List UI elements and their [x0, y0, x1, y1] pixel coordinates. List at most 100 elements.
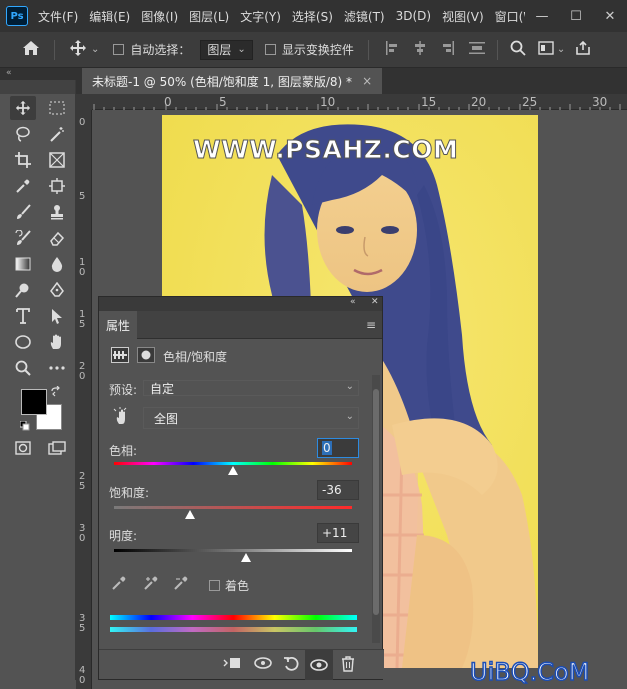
- clip-to-layer-icon[interactable]: [223, 656, 241, 674]
- vertical-ruler: 0 5 1 0 1 5 2 0 2 5 3 0 3 5 4 0: [76, 110, 92, 689]
- share-icon[interactable]: [575, 40, 591, 60]
- move-tool-icon[interactable]: [69, 39, 87, 61]
- pen-tool-button[interactable]: [44, 278, 70, 302]
- hue-slider-track[interactable]: [114, 462, 352, 465]
- show-transform-label: 显示变换控件: [281, 43, 354, 57]
- quick-mask-button[interactable]: [10, 436, 36, 460]
- foreground-color-swatch[interactable]: [21, 389, 47, 415]
- mask-icon[interactable]: [137, 347, 155, 363]
- ruler-h-tick: 0: [164, 95, 172, 109]
- menu-view[interactable]: 视图(V): [442, 8, 484, 25]
- saturation-slider-thumb[interactable]: [185, 510, 196, 519]
- lightness-value: +11: [322, 526, 348, 540]
- range-dropdown[interactable]: 全图 ⌄: [143, 407, 359, 429]
- menu-select[interactable]: 选择(S): [292, 8, 333, 25]
- toolbar-collapse-strip[interactable]: «: [0, 68, 76, 80]
- chevron-down-icon[interactable]: ⌄: [91, 44, 99, 55]
- menu-type[interactable]: 文字(Y): [240, 8, 281, 25]
- gradient-tool-button[interactable]: [10, 252, 36, 276]
- preset-dropdown[interactable]: 自定 ⌄: [143, 380, 359, 396]
- type-tool-button[interactable]: [10, 304, 36, 328]
- ruler-h-tick: 25: [522, 95, 538, 109]
- menu-image[interactable]: 图像(I): [141, 8, 178, 25]
- visibility-toggle-icon[interactable]: [305, 650, 333, 680]
- lightness-value-field[interactable]: +11: [317, 523, 359, 543]
- panel-menu-icon[interactable]: ≡: [366, 318, 376, 332]
- saturation-slider-track[interactable]: [114, 506, 352, 509]
- eyedropper-tool-button[interactable]: [10, 174, 36, 198]
- default-colors-icon[interactable]: [19, 420, 30, 431]
- marquee-tool-button[interactable]: [44, 96, 70, 120]
- tool-panel: [0, 80, 76, 680]
- menu-3d[interactable]: 3D(D): [396, 9, 431, 23]
- distribute-icon[interactable]: [468, 41, 485, 59]
- colorize-checkbox[interactable]: [209, 580, 220, 591]
- menu-edit[interactable]: 编辑(E): [89, 8, 130, 25]
- lightness-slider-thumb[interactable]: [241, 553, 252, 562]
- spot-healing-tool-button[interactable]: [44, 174, 70, 198]
- properties-scrollbar[interactable]: [372, 375, 380, 643]
- maximize-button[interactable]: ☐: [559, 9, 593, 24]
- document-tab[interactable]: 未标题-1 @ 50% (色相/饱和度 1, 图层蒙版/8) * ×: [82, 68, 383, 94]
- home-icon[interactable]: [22, 40, 40, 60]
- close-panel-icon[interactable]: ✕: [371, 297, 379, 307]
- lasso-tool-button[interactable]: [10, 122, 36, 146]
- properties-scrollbar-thumb[interactable]: [373, 389, 379, 615]
- collapse-panel-icon[interactable]: «: [350, 297, 356, 307]
- saturation-value-field[interactable]: -36: [317, 480, 359, 500]
- tab-properties[interactable]: 属性: [99, 311, 137, 339]
- hue-slider-thumb[interactable]: [228, 466, 238, 475]
- menu-filter[interactable]: 滤镜(T): [344, 8, 385, 25]
- chevron-down-icon: ⌄: [345, 411, 354, 422]
- align-left-icon[interactable]: [385, 40, 399, 59]
- tool-panel-grip[interactable]: [0, 80, 75, 94]
- menu-layer[interactable]: 图层(L): [189, 8, 229, 25]
- adjustment-title: 色相/饱和度: [163, 350, 228, 364]
- reset-icon[interactable]: [283, 656, 299, 676]
- frame-tool-button[interactable]: [44, 148, 70, 172]
- close-tab-icon[interactable]: ×: [362, 74, 372, 88]
- search-icon[interactable]: [510, 40, 526, 60]
- move-tool-button[interactable]: [10, 96, 36, 120]
- dodge-tool-button[interactable]: [10, 278, 36, 302]
- hue-value-field[interactable]: 0: [317, 438, 359, 458]
- close-window-button[interactable]: ✕: [593, 9, 627, 24]
- delete-icon[interactable]: [341, 656, 355, 676]
- screen-mode-button[interactable]: [44, 436, 70, 460]
- align-center-icon[interactable]: [413, 40, 427, 59]
- crop-tool-button[interactable]: [10, 148, 36, 172]
- path-selection-tool-button[interactable]: [44, 304, 70, 328]
- adjustment-icon[interactable]: [111, 347, 129, 363]
- chevron-down-icon[interactable]: ⌄: [557, 44, 565, 55]
- history-brush-tool-button[interactable]: [10, 226, 36, 250]
- auto-select-dropdown[interactable]: 图层 ⌄: [200, 39, 253, 60]
- clone-stamp-tool-button[interactable]: [44, 200, 70, 224]
- auto-select-label: 自动选择：: [130, 43, 191, 57]
- ruler-v-tick: 2 0: [79, 361, 86, 382]
- ellipse-tool-button[interactable]: [10, 330, 36, 354]
- brush-tool-button[interactable]: [10, 200, 36, 224]
- swap-colors-icon[interactable]: [50, 385, 62, 398]
- eyedropper-subtract-icon[interactable]: [173, 575, 191, 595]
- eyedropper-icon[interactable]: [111, 575, 127, 595]
- show-transform-checkbox[interactable]: [264, 44, 276, 55]
- document-tab-bar: 未标题-1 @ 50% (色相/饱和度 1, 图层蒙版/8) * ×: [76, 68, 627, 94]
- ruler-v-tick: 1 5: [79, 309, 86, 330]
- magic-wand-tool-button[interactable]: [44, 122, 70, 146]
- more-tools-button[interactable]: [44, 356, 70, 380]
- watermark-top: WWW.PSAHZ.COM: [192, 135, 459, 165]
- blur-tool-button[interactable]: [44, 252, 70, 276]
- workspace-icon[interactable]: [538, 40, 554, 59]
- hand-tool-button[interactable]: [44, 330, 70, 354]
- properties-panel-titlebar: « ✕: [99, 297, 382, 311]
- view-previous-state-icon[interactable]: [253, 656, 273, 674]
- eyedropper-add-icon[interactable]: [143, 575, 161, 595]
- menu-file[interactable]: 文件(F): [38, 8, 78, 25]
- auto-select-checkbox[interactable]: [113, 44, 125, 55]
- eraser-tool-button[interactable]: [44, 226, 70, 250]
- lightness-slider-track[interactable]: [114, 549, 352, 552]
- zoom-tool-button[interactable]: [10, 356, 36, 380]
- minimize-button[interactable]: —: [525, 9, 559, 24]
- targeted-adjustment-icon[interactable]: [113, 407, 129, 428]
- align-right-icon[interactable]: [441, 40, 455, 59]
